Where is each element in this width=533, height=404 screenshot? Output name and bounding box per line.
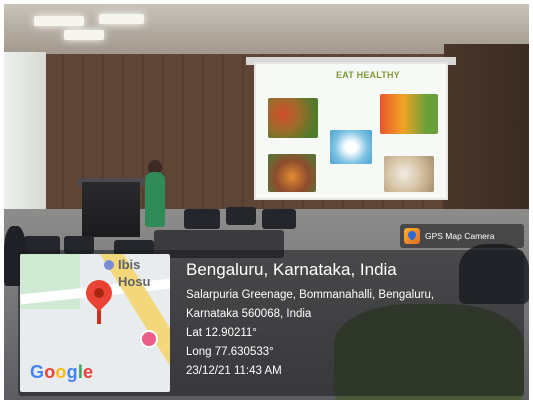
location-address-line-2: Karnataka 560068, India (186, 308, 312, 320)
location-city: Bengaluru, Karnataka, India (186, 260, 397, 279)
chair (184, 209, 220, 229)
slide-title: EAT HEALTHY (336, 70, 400, 80)
gps-map-camera-badge: GPS Map Camera (400, 224, 524, 248)
location-address-line-1: Salarpuria Greenage, Bommanahalli, Benga… (186, 289, 435, 301)
chair (226, 207, 256, 225)
ceiling-light (64, 30, 104, 40)
podium (82, 182, 140, 237)
hotel-poi-icon (140, 330, 158, 348)
right-wall (444, 44, 529, 234)
vegetables-image (268, 98, 318, 138)
chair (262, 209, 296, 229)
projector-screen: EAT HEALTHY (254, 62, 448, 200)
map-place-label: Ibis Hosu (118, 257, 151, 289)
location-timestamp: 23/12/21 11:43 AM (186, 365, 282, 377)
speaker (145, 172, 165, 227)
window (4, 52, 46, 212)
google-logo: Google (30, 362, 94, 382)
map-thumbnail: Ibis Hosu Google (20, 254, 170, 392)
gps-badge-label: GPS Map Camera (425, 231, 495, 241)
location-longitude: Long 77.630533° (186, 346, 274, 358)
ceiling-light (99, 14, 144, 24)
location-latitude: Lat 12.90211° (186, 327, 257, 339)
map-pin-icon (80, 274, 118, 312)
map-marker-dot (104, 260, 114, 270)
milk-splash-image (330, 130, 372, 164)
fruit-bowl-image (268, 154, 316, 192)
nuts-image (384, 156, 434, 192)
gps-map-camera-icon (404, 228, 420, 244)
juices-image (380, 94, 438, 134)
ceiling-light (34, 16, 84, 26)
